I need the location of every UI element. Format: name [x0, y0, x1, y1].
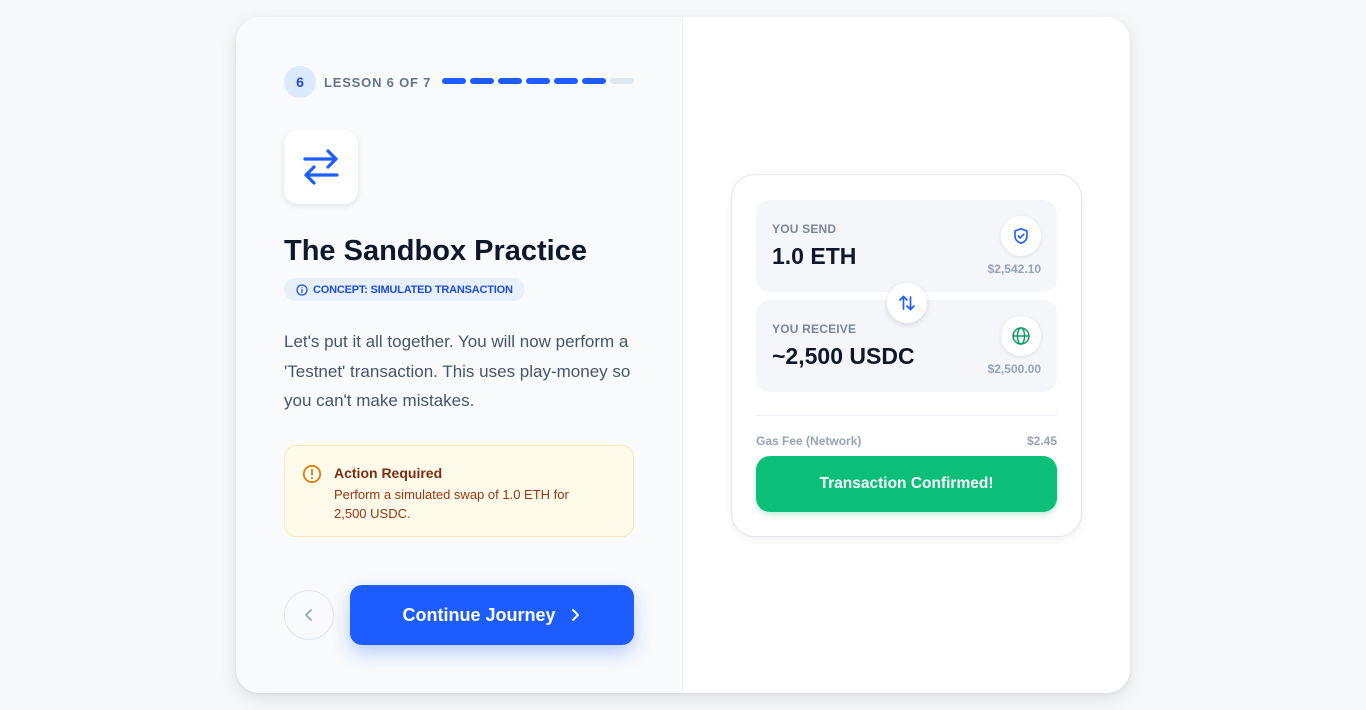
- lesson-description: Let's put it all together. You will now …: [284, 332, 631, 410]
- continue-journey-button[interactable]: Continue Journey: [350, 585, 634, 645]
- info-icon: [296, 283, 308, 296]
- send-label: YOU SEND: [772, 222, 837, 236]
- alert-body: Perform a simulated swap of 1.0 ETH for …: [334, 487, 569, 521]
- receive-label: YOU RECEIVE: [772, 322, 857, 336]
- progress-segment: [442, 78, 466, 84]
- receive-amount: ~2,500 USDC: [772, 343, 915, 369]
- back-button[interactable]: [284, 590, 334, 640]
- action-required-alert: Action Required Perform a simulated swap…: [284, 445, 634, 537]
- progress-segment: [554, 78, 578, 84]
- lesson-progress-bar: [442, 78, 634, 84]
- page-title: The Sandbox Practice: [284, 235, 587, 267]
- step-number-badge: 6: [284, 66, 316, 98]
- gas-fee-label: Gas Fee (Network): [756, 434, 862, 448]
- chevron-left-icon: [305, 609, 312, 621]
- lesson-counter: LESSON 6 OF 7: [324, 74, 432, 90]
- send-usd-value: $2,542.10: [987, 262, 1041, 276]
- warning-icon: [302, 464, 322, 484]
- lesson-header: 6 LESSON 6 OF 7: [284, 66, 431, 98]
- alert-title: Action Required: [334, 465, 443, 481]
- progress-segment: [470, 78, 494, 84]
- lesson-card: 6 LESSON 6 OF 7 The Sandbox Practice CON…: [236, 17, 1130, 693]
- concept-badge: CONCEPT: SIMULATED TRANSACTION: [284, 278, 525, 301]
- send-token-icon: [1001, 216, 1041, 256]
- transaction-confirmed-button[interactable]: Transaction Confirmed!: [756, 456, 1057, 512]
- arrows-left-right-icon: [303, 149, 339, 185]
- lesson-panel: 6 LESSON 6 OF 7 The Sandbox Practice CON…: [236, 17, 683, 693]
- receive-token-icon: [1001, 316, 1041, 356]
- send-amount: 1.0 ETH: [772, 243, 857, 269]
- divider: [756, 415, 1057, 416]
- progress-segment: [526, 78, 550, 84]
- continue-journey-label: Continue Journey: [402, 604, 556, 625]
- lesson-icon-tile: [284, 130, 358, 204]
- send-token-box[interactable]: YOU SEND 1.0 ETH $2,542.10: [756, 200, 1057, 292]
- shield-check-icon: [1014, 228, 1028, 244]
- receive-usd-value: $2,500.00: [987, 362, 1041, 376]
- progress-segment: [582, 78, 606, 84]
- sandbox-panel: YOU SEND 1.0 ETH $2,542.10 YOU RECEIVE ~…: [683, 17, 1130, 693]
- progress-segment: [610, 78, 634, 84]
- swap-direction-button[interactable]: [887, 283, 927, 323]
- swap-widget: YOU SEND 1.0 ETH $2,542.10 YOU RECEIVE ~…: [731, 174, 1082, 537]
- gas-fee-value: $2.45: [1026, 434, 1057, 448]
- concept-badge-label: CONCEPT: SIMULATED TRANSACTION: [313, 283, 513, 296]
- chevron-right-icon: [571, 609, 579, 621]
- globe-icon: [1012, 327, 1030, 345]
- swap-vertical-icon: [899, 295, 915, 311]
- progress-segment: [498, 78, 522, 84]
